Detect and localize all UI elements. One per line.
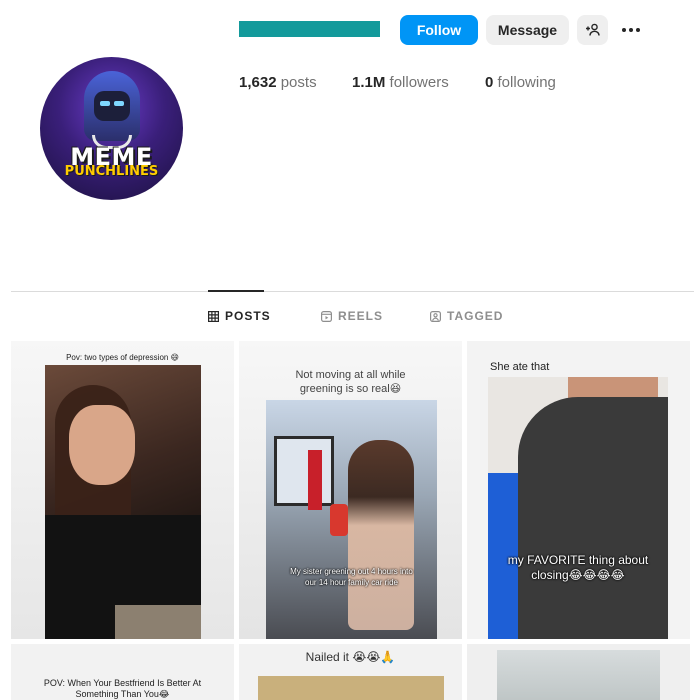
post-image: [258, 676, 444, 700]
post-caption: POV: When Your Bestfriend Is Better At S…: [43, 678, 202, 699]
more-dot: [629, 28, 633, 32]
post-image-cup: [330, 504, 348, 536]
post-caption: She ate that: [490, 361, 550, 373]
post-image-jacket: [518, 397, 668, 639]
followers-count-value: 1.1M: [352, 74, 386, 91]
tab-tagged-label: TAGGED: [447, 309, 504, 323]
avatar-face: [94, 91, 130, 121]
suggest-accounts-button[interactable]: [577, 15, 608, 45]
post-thumbnail-1[interactable]: Pov: two types of depression 😄: [11, 341, 234, 639]
following-count-value: 0: [485, 74, 494, 91]
posts-count: 1,632 posts: [239, 74, 317, 91]
person-plus-icon: [585, 23, 600, 36]
follow-button[interactable]: Follow: [400, 15, 478, 45]
post-image: My sister greening out 4 hours into our …: [266, 400, 437, 639]
tab-tagged[interactable]: TAGGED: [430, 309, 503, 323]
following-count[interactable]: 0 following: [485, 74, 556, 91]
avatar-eye-right: [114, 101, 124, 106]
message-button[interactable]: Message: [486, 15, 569, 45]
tabs-divider: [11, 291, 694, 292]
tab-reels-label: REELS: [338, 309, 384, 323]
active-tab-indicator: [208, 290, 264, 292]
grid-icon: [208, 310, 219, 322]
post-thumbnail-4[interactable]: POV: When Your Bestfriend Is Better At S…: [11, 644, 234, 700]
avatar-eye-left: [100, 101, 110, 106]
post-image: [45, 365, 201, 639]
post-image-gas-pump: [308, 450, 322, 510]
post-image-window: [274, 436, 334, 506]
post-caption: Pov: two types of depression 😄: [66, 353, 179, 362]
following-count-label: following: [497, 74, 556, 91]
tab-posts[interactable]: POSTS: [208, 309, 271, 323]
more-options-button[interactable]: [618, 22, 644, 38]
post-image: my FAVORITE thing about closing😂😂😂😂: [488, 377, 668, 639]
tab-posts-label: POSTS: [225, 309, 271, 323]
post-image-face: [69, 405, 135, 485]
post-overlay-text: My sister greening out 4 hours into our …: [290, 567, 413, 587]
post-image-person: [348, 440, 414, 630]
posts-count-label: posts: [280, 74, 317, 91]
profile-avatar[interactable]: MEME PUNCHLINES: [40, 57, 183, 200]
post-thumbnail-2[interactable]: Not moving at all while greening is so r…: [239, 341, 462, 639]
more-horizontal-icon: [622, 28, 626, 32]
post-thumbnail-6[interactable]: [467, 644, 690, 700]
post-image-table: [115, 605, 201, 639]
post-thumbnail-5[interactable]: Nailed it 😭😭🙏: [239, 644, 462, 700]
avatar-logo-line2: PUNCHLINES: [64, 164, 159, 179]
followers-count[interactable]: 1.1M followers: [352, 74, 449, 91]
tab-reels[interactable]: REELS: [321, 309, 383, 323]
post-image: [497, 650, 660, 700]
post-thumbnail-3[interactable]: She ate that my FAVORITE thing about clo…: [467, 341, 690, 639]
post-caption: Not moving at all while greening is so r…: [295, 369, 406, 395]
reels-icon: [321, 310, 332, 322]
username-redacted: [239, 21, 380, 37]
posts-count-value: 1,632: [239, 74, 277, 91]
tagged-icon: [430, 310, 441, 322]
profile-tabs: POSTS REELS TAGGED: [0, 309, 700, 325]
post-overlay-text: my FAVORITE thing about closing😂😂😂😂: [507, 553, 649, 582]
followers-count-label: followers: [389, 74, 449, 91]
more-dot: [636, 28, 640, 32]
post-caption: Nailed it 😭😭🙏: [305, 650, 396, 664]
